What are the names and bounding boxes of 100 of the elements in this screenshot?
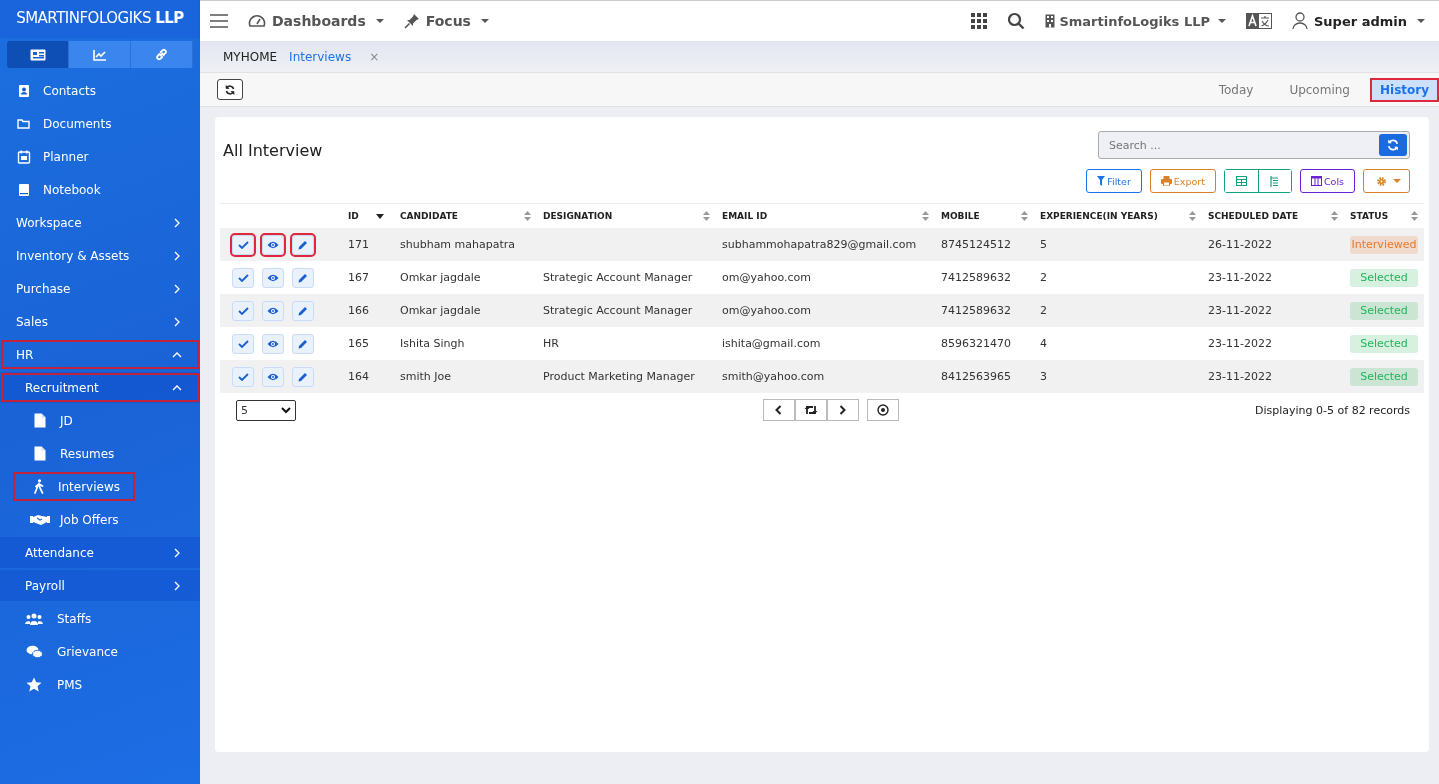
table-cell: 23-11-2022 [1208,271,1272,284]
eye-icon [267,372,279,381]
handshake-icon [30,513,50,526]
search-field[interactable]: Search ... [1098,131,1410,159]
chevron-right-icon [839,405,846,415]
filter-button[interactable]: Filter [1086,169,1142,193]
export-button[interactable]: Export [1149,169,1216,193]
target-button[interactable] [866,399,899,421]
approve-button[interactable] [232,267,254,288]
sort-icon[interactable] [1021,211,1028,221]
sidebar-item[interactable]: Sales [0,306,200,337]
retweet-icon [803,405,818,415]
edit-button[interactable] [292,333,314,354]
sidebar-item[interactable]: Recruitment [0,372,200,403]
view-button[interactable] [262,234,284,255]
table-cell: 26-11-2022 [1208,238,1272,251]
view-button[interactable] [262,300,284,321]
check-icon [237,339,249,348]
sidebar-item[interactable]: Attendance [0,537,200,568]
menu-icon[interactable] [210,14,228,28]
column-header[interactable]: EMAIL ID [722,211,768,221]
sidebar-item[interactable]: Workspace [0,207,200,238]
sort-icon[interactable] [1331,211,1338,221]
column-header[interactable]: MOBILE [941,211,980,221]
sidebar-item[interactable]: Contacts [0,75,200,106]
table-cell: 3 [1040,370,1047,383]
file-icon [34,446,46,461]
table-cell: Product Marketing Manager [543,370,695,383]
column-header[interactable]: DESIGNATION [543,211,613,221]
approve-button[interactable] [232,333,254,354]
edit-button[interactable] [292,300,314,321]
records-count: Displaying 0-5 of 82 records [1255,403,1410,417]
apps-grid-icon[interactable] [971,13,988,29]
sidebar-tab[interactable] [131,41,193,68]
table-cell: Omkar jagdale [400,271,481,284]
sort-icon[interactable] [1411,211,1418,221]
sidebar-item[interactable]: Job Offers [0,504,195,535]
sidebar-tab[interactable] [7,41,69,68]
page-tab[interactable]: Interviews [289,49,352,64]
view-tab[interactable]: Upcoming [1275,78,1364,101]
edit-button[interactable] [292,366,314,387]
sort-icon[interactable] [1189,211,1196,221]
view-button[interactable] [262,333,284,354]
table-cell: Strategic Account Manager [543,304,693,317]
contact-card-icon [17,83,31,98]
sidebar-item[interactable]: Purchase [0,273,200,304]
top-menu[interactable]: Focus [403,13,489,29]
column-header[interactable]: CANDIDATE [400,211,458,221]
settings-button[interactable] [1363,169,1410,193]
table-cell: smith@yahoo.com [722,370,825,383]
sidebar-item[interactable]: HR [0,339,200,370]
sidebar-item[interactable]: Planner [0,141,200,172]
sidebar-item[interactable]: Payroll [0,570,200,601]
table-cell: 5 [1040,238,1047,251]
sidebar-item[interactable]: Documents [0,108,200,139]
sidebar-item[interactable]: Interviews [12,471,136,502]
sidebar-item[interactable]: JD [0,405,195,436]
close-tab-button[interactable]: × [369,49,380,64]
view-tab[interactable]: History [1371,79,1437,100]
brand-logo: SMARTINFOLOGIKS LLP [0,0,200,38]
view-button[interactable] [262,366,284,387]
previous-page-button[interactable] [762,399,795,421]
company-menu[interactable]: SmartinfoLogiks LLP [1045,13,1226,29]
search-icon[interactable] [1007,12,1026,30]
view-button[interactable] [262,267,284,288]
sort-icon[interactable] [703,211,710,221]
refresh-button[interactable] [217,79,243,100]
sort-icon[interactable] [524,211,531,221]
id-card-icon [29,48,46,61]
edit-button[interactable] [292,267,314,288]
sidebar-item[interactable]: Notebook [0,174,200,205]
approve-button[interactable] [232,366,254,387]
sidebar-item[interactable]: Resumes [0,438,195,469]
reload-page-button[interactable] [794,399,827,421]
user-menu[interactable]: Super admin [1292,12,1425,30]
sidebar-item[interactable]: Inventory & Assets [0,240,200,271]
page-size-select[interactable]: 5 [236,399,296,421]
table-cell: 23-11-2022 [1208,370,1272,383]
top-menu[interactable]: Dashboards [248,13,384,29]
column-header[interactable]: EXPERIENCE(IN YEARS) [1040,211,1158,221]
sidebar-item[interactable]: Grievance [0,636,200,667]
approve-button[interactable] [232,300,254,321]
sort-down-icon[interactable] [376,213,384,219]
sort-icon[interactable] [922,211,929,221]
page-tab[interactable]: MYHOME [223,49,278,64]
approve-button[interactable] [232,234,254,255]
panel-title: All Interview [223,141,323,162]
column-header[interactable]: ID [348,211,359,221]
list-view-button[interactable] [1257,170,1291,192]
column-header[interactable]: SCHEDULED DATE [1208,211,1299,221]
sidebar-item[interactable]: PMS [0,669,200,700]
edit-button[interactable] [292,234,314,255]
sidebar-item[interactable]: Staffs [0,603,200,634]
columns-button[interactable]: Cols [1299,169,1355,193]
view-tab[interactable]: Today [1204,78,1268,101]
translate-icon[interactable] [1246,13,1272,29]
chevron-down-icon [281,406,291,414]
next-page-button[interactable] [826,399,859,421]
column-header[interactable]: STATUS [1350,211,1389,221]
walking-person-icon [32,479,45,494]
